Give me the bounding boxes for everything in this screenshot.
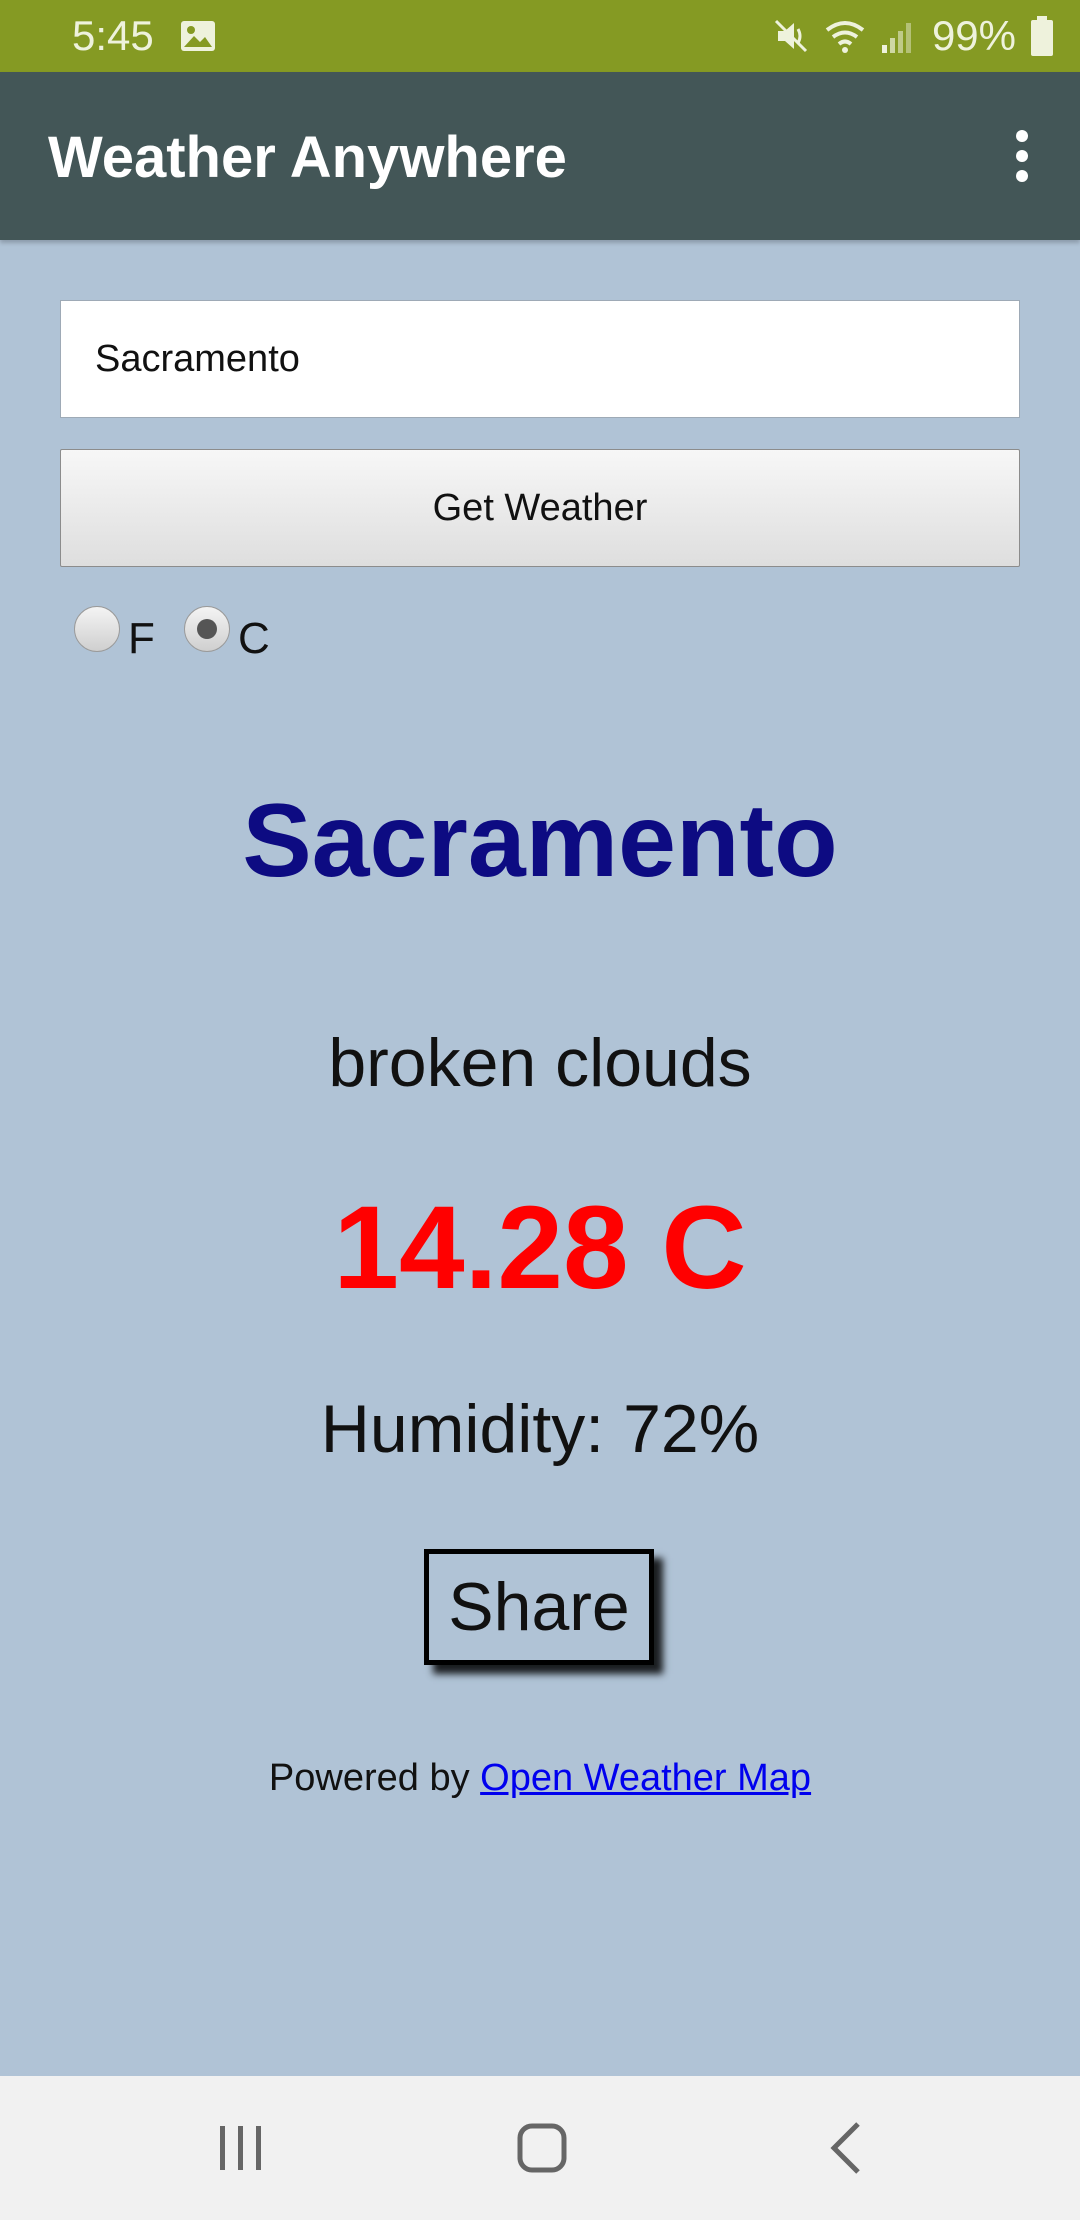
- app-bar: Weather Anywhere: [0, 72, 1080, 240]
- app-title: Weather Anywhere: [48, 125, 567, 190]
- temperature-value: 14.28 C: [333, 1182, 747, 1314]
- radio-fahrenheit-label: F: [128, 614, 155, 663]
- city-name: Sacramento: [242, 783, 838, 899]
- radio-fahrenheit-circle[interactable]: [74, 606, 120, 652]
- status-icons: 99%: [772, 10, 1054, 62]
- powered-by: Powered by Open Weather Map: [0, 1757, 1080, 1800]
- radio-celsius-label: C: [238, 614, 270, 663]
- status-bar: 5:45 99%: [0, 0, 1080, 72]
- radio-fahrenheit[interactable]: F: [74, 606, 155, 664]
- battery-percent: 99%: [931, 12, 1016, 59]
- status-time: 5:45: [72, 12, 154, 59]
- powered-by-prefix: Powered by: [268, 1757, 470, 1799]
- wifi-icon: [825, 21, 865, 53]
- recent-apps-icon[interactable]: [218, 2118, 264, 2178]
- weather-description: broken clouds: [328, 1025, 752, 1101]
- open-weather-map-link[interactable]: Open Weather Map: [480, 1757, 811, 1799]
- nav-bar: [0, 2076, 1080, 2220]
- photo-icon: [181, 21, 215, 51]
- home-icon[interactable]: [516, 2118, 568, 2178]
- radio-celsius-circle[interactable]: [184, 606, 230, 652]
- get-weather-button[interactable]: Get Weather: [60, 449, 1020, 567]
- overflow-menu-icon[interactable]: [1008, 130, 1036, 182]
- humidity-value: Humidity: 72%: [320, 1391, 760, 1467]
- signal-icon: [881, 23, 911, 53]
- back-icon[interactable]: [826, 2118, 866, 2178]
- battery-icon: [1031, 16, 1053, 56]
- city-input[interactable]: [60, 300, 1020, 418]
- radio-celsius[interactable]: C: [184, 606, 270, 664]
- share-button[interactable]: Share: [424, 1549, 654, 1665]
- mute-icon: [774, 19, 807, 53]
